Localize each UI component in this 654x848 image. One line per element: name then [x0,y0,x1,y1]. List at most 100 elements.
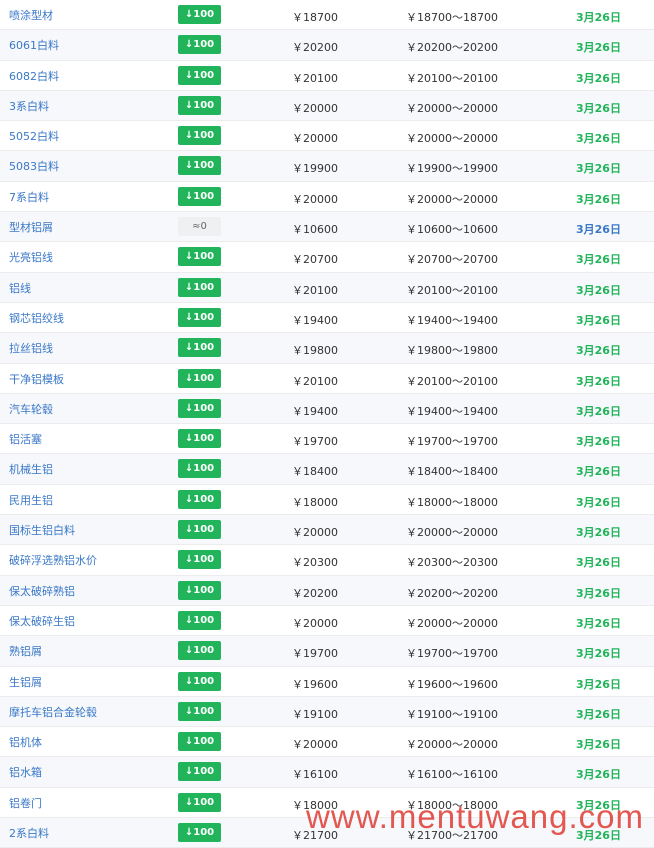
material-name-link[interactable]: 保太破碎生铝 [9,613,75,629]
table-row: 民用生铝 ↓100 ￥18000 ￥18000～18000 3月26日 [0,485,654,516]
table-row: 保太破碎生铝 ↓100 ￥20000 ￥20000～20000 3月26日 [0,606,654,637]
price-change-badge: ↓100 [178,156,221,176]
price-change-badge: ↓100 [178,641,221,661]
table-row: 3系白料 ↓100 ￥20000 ￥20000～20000 3月26日 [0,90,654,122]
material-name-link[interactable]: 生铝屑 [9,674,42,690]
material-name-link[interactable]: 型材铝屑 [9,219,53,235]
price-range: ￥19800～19800 [406,344,498,358]
table-row: 机械生铝 ↓100 ￥18400 ￥18400～18400 3月26日 [0,454,654,485]
quote-date: 3月26日 [576,404,621,418]
price-change-badge: ↓100 [178,277,221,297]
material-name-link[interactable]: 钢芯铝绞线 [9,310,64,326]
price-range: ￥19400～19400 [406,404,498,418]
quote-date: 3月26日 [576,374,621,388]
material-name-link[interactable]: 光亮铝线 [9,249,53,265]
price-range: ￥20200～20200 [406,586,498,600]
material-name-link[interactable]: 3系白料 [9,98,49,114]
material-name-link[interactable]: 5083白料 [9,158,59,174]
price-range: ￥18400～18400 [406,465,498,479]
quote-date: 3月26日 [576,616,621,630]
price-change-badge: ↓100 [178,398,221,418]
quote-date: 3月26日 [576,101,621,115]
average-price: ￥19700 [292,435,338,449]
average-price: ￥19900 [292,162,338,176]
price-table: 喷涂型材 ↓100 ￥18700 ￥18700～18700 3月26日 6061白料 ↓10… [0,0,654,848]
average-price: ￥19400 [292,313,338,327]
price-range: ￥20700～20700 [406,253,498,267]
price-range: ￥19600～19600 [406,677,498,691]
quote-date: 3月26日 [576,192,621,206]
material-name-link[interactable]: 铝活塞 [9,431,42,447]
price-change-badge: ↓100 [178,671,221,691]
price-range: ￥19100～19100 [406,707,498,721]
table-row: 7系白料 ↓100 ￥20000 ￥20000～20000 3月26日 [0,182,654,213]
price-change-badge: ↓100 [178,247,221,267]
quote-date: 3月26日 [576,738,621,752]
quote-date: 3月26日 [576,41,621,55]
quote-date: 3月26日 [576,495,621,509]
material-name-link[interactable]: 破碎浮选熟铝水价 [9,552,97,568]
average-price: ￥20000 [292,738,338,752]
material-name-link[interactable]: 干净铝模板 [9,371,64,387]
material-name-link[interactable]: 铝线 [9,280,31,296]
table-row: 铝水箱 ↓100 ￥16100 ￥16100～16100 3月26日 [0,757,654,788]
material-name-link[interactable]: 汽车轮毂 [9,401,53,417]
price-range: ￥19900～19900 [406,162,498,176]
table-row: 熟铝屑 ↓100 ￥19700 ￥19700～19700 3月26日 [0,636,654,667]
quote-date: 3月26日 [576,11,621,24]
price-change-badge: ↓100 [178,186,221,206]
material-name-link[interactable]: 机械生铝 [9,461,53,477]
table-row: 光亮铝线 ↓100 ￥20700 ￥20700～20700 3月26日 [0,242,654,273]
average-price: ￥18700 [292,11,338,24]
price-range: ￥19700～19700 [406,435,498,449]
average-price: ￥20100 [292,71,338,85]
material-name-link[interactable]: 民用生铝 [9,492,53,508]
material-name-link[interactable]: 铝机体 [9,734,42,750]
price-change-badge: ↓100 [178,95,221,115]
quote-date: 3月26日 [576,162,621,176]
material-name-link[interactable]: 铝卷门 [9,795,42,811]
table-row: 干净铝模板 ↓100 ￥20100 ￥20100～20100 3月26日 [0,364,654,394]
price-change-badge: ↓100 [178,792,221,812]
material-name-link[interactable]: 2系白料 [9,825,49,841]
table-row: 汽车轮毂 ↓100 ￥19400 ￥19400～19400 3月26日 [0,393,654,425]
price-change-badge: ↓100 [178,823,221,843]
price-change-badge: ↓100 [178,762,221,782]
material-name-link[interactable]: 国标生铝白料 [9,522,75,538]
material-name-link[interactable]: 熟铝屑 [9,643,42,659]
material-name-link[interactable]: 保太破碎熟铝 [9,583,75,599]
quote-date: 3月26日 [576,223,621,237]
price-change-badge: ↓100 [178,459,221,479]
quote-date: 3月26日 [576,768,621,782]
price-rows: 喷涂型材 ↓100 ￥18700 ￥18700～18700 3月26日 6061白料 ↓10… [0,0,654,848]
average-price: ￥20000 [292,101,338,115]
table-row: 5052白料 ↓100 ￥20000 ￥20000～20000 3月26日 [0,121,654,152]
table-row: 生铝屑 ↓100 ￥19600 ￥19600～19600 3月26日 [0,667,654,697]
quote-date: 3月26日 [576,707,621,721]
average-price: ￥20200 [292,41,338,55]
average-price: ￥20700 [292,253,338,267]
average-price: ￥20000 [292,616,338,630]
average-price: ￥19700 [292,647,338,661]
price-change-badge: ↓100 [178,126,221,146]
price-range: ￥20000～20000 [406,101,498,115]
material-name-link[interactable]: 拉丝铝线 [9,340,53,356]
material-name-link[interactable]: 喷涂型材 [9,7,53,23]
quote-date: 3月26日 [576,647,621,661]
material-name-link[interactable]: 5052白料 [9,128,59,144]
price-change-badge: ↓100 [178,580,221,600]
average-price: ￥20200 [292,586,338,600]
price-range: ￥20000～20000 [406,738,498,752]
price-change-badge: ↓100 [178,307,221,327]
price-range: ￥18700～18700 [406,11,498,24]
material-name-link[interactable]: 7系白料 [9,189,49,205]
material-name-link[interactable]: 6061白料 [9,37,59,53]
material-name-link[interactable]: 摩托车铝合金轮毂 [9,704,97,720]
quote-date: 3月26日 [576,465,621,479]
quote-date: 3月26日 [576,313,621,327]
average-price: ￥19600 [292,677,338,691]
material-name-link[interactable]: 6082白料 [9,68,59,84]
material-name-link[interactable]: 铝水箱 [9,764,42,780]
average-price: ￥19100 [292,707,338,721]
average-price: ￥16100 [292,768,338,782]
